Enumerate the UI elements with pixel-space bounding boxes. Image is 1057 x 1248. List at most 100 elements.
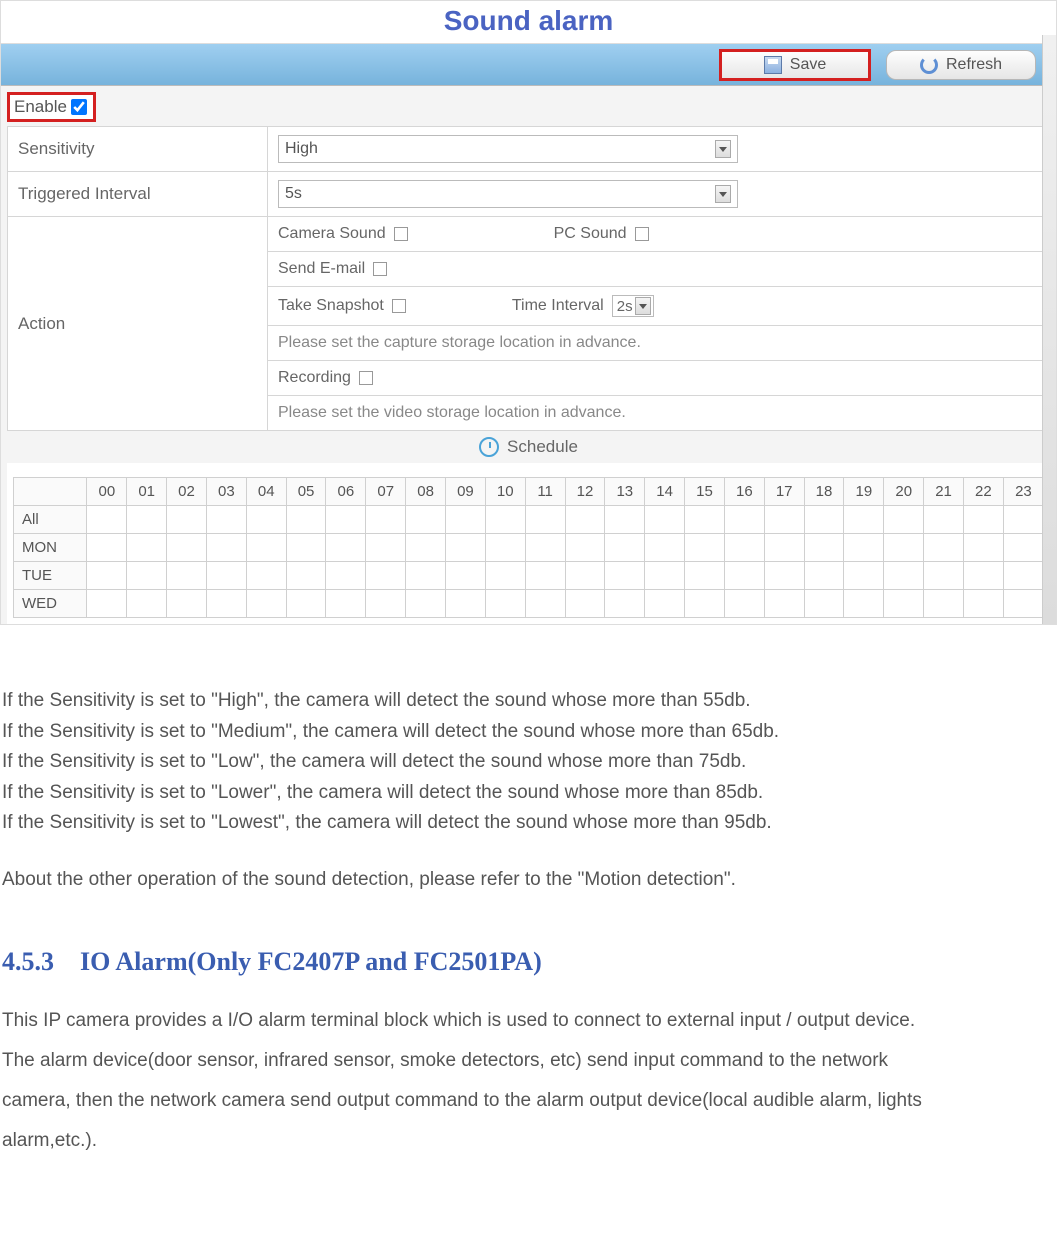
hour-header[interactable]: 01 [127, 478, 167, 506]
hour-header[interactable]: 19 [844, 478, 884, 506]
recording-checkbox[interactable] [359, 371, 373, 385]
hour-header[interactable]: 10 [485, 478, 525, 506]
send-email-checkbox[interactable] [373, 262, 387, 276]
schedule-cell[interactable] [685, 506, 725, 534]
schedule-cell[interactable] [963, 534, 1003, 562]
enable-checkbox[interactable] [71, 99, 87, 115]
schedule-cell[interactable] [764, 534, 804, 562]
schedule-cell[interactable] [605, 590, 645, 618]
day-label[interactable]: WED [14, 590, 87, 618]
schedule-cell[interactable] [167, 506, 207, 534]
schedule-cell[interactable] [206, 506, 246, 534]
schedule-cell[interactable] [525, 534, 565, 562]
camera-sound-checkbox[interactable] [394, 227, 408, 241]
schedule-cell[interactable] [286, 590, 326, 618]
schedule-cell[interactable] [286, 534, 326, 562]
schedule-cell[interactable] [1003, 534, 1043, 562]
time-interval-select[interactable]: 2s [612, 295, 654, 317]
schedule-cell[interactable] [485, 562, 525, 590]
schedule-cell[interactable] [326, 590, 366, 618]
schedule-cell[interactable] [406, 590, 446, 618]
schedule-cell[interactable] [485, 590, 525, 618]
hour-header[interactable]: 08 [406, 478, 446, 506]
schedule-cell[interactable] [804, 562, 844, 590]
schedule-cell[interactable] [645, 534, 685, 562]
schedule-cell[interactable] [924, 534, 964, 562]
hour-header[interactable]: 03 [206, 478, 246, 506]
day-label[interactable]: MON [14, 534, 87, 562]
schedule-cell[interactable] [565, 562, 605, 590]
schedule-cell[interactable] [406, 506, 446, 534]
schedule-cell[interactable] [645, 506, 685, 534]
schedule-cell[interactable] [963, 506, 1003, 534]
schedule-cell[interactable] [1003, 506, 1043, 534]
refresh-button[interactable]: Refresh [886, 50, 1036, 80]
pc-sound-checkbox[interactable] [635, 227, 649, 241]
schedule-cell[interactable] [525, 562, 565, 590]
enable-checkbox-wrap[interactable]: Enable [7, 92, 96, 122]
hour-header[interactable]: 17 [764, 478, 804, 506]
schedule-cell[interactable] [127, 562, 167, 590]
schedule-cell[interactable] [764, 590, 804, 618]
schedule-cell[interactable] [246, 506, 286, 534]
schedule-cell[interactable] [246, 590, 286, 618]
schedule-cell[interactable] [724, 562, 764, 590]
schedule-cell[interactable] [127, 506, 167, 534]
hour-header[interactable]: 12 [565, 478, 605, 506]
hour-header[interactable]: 18 [804, 478, 844, 506]
schedule-cell[interactable] [485, 534, 525, 562]
hour-header[interactable]: 21 [924, 478, 964, 506]
hour-header[interactable]: 04 [246, 478, 286, 506]
hour-header[interactable]: 11 [525, 478, 565, 506]
hour-header[interactable]: 09 [446, 478, 486, 506]
schedule-cell[interactable] [246, 562, 286, 590]
schedule-cell[interactable] [844, 506, 884, 534]
schedule-cell[interactable] [645, 562, 685, 590]
schedule-cell[interactable] [326, 506, 366, 534]
schedule-cell[interactable] [804, 506, 844, 534]
hour-header[interactable]: 07 [366, 478, 406, 506]
schedule-cell[interactable] [525, 506, 565, 534]
schedule-cell[interactable] [685, 534, 725, 562]
schedule-cell[interactable] [724, 590, 764, 618]
schedule-cell[interactable] [884, 534, 924, 562]
hour-header[interactable]: 23 [1003, 478, 1043, 506]
schedule-cell[interactable] [127, 534, 167, 562]
schedule-cell[interactable] [764, 562, 804, 590]
schedule-cell[interactable] [87, 506, 127, 534]
schedule-cell[interactable] [206, 534, 246, 562]
schedule-cell[interactable] [525, 590, 565, 618]
day-label[interactable]: TUE [14, 562, 87, 590]
schedule-cell[interactable] [605, 534, 645, 562]
schedule-cell[interactable] [724, 534, 764, 562]
schedule-cell[interactable] [645, 590, 685, 618]
hour-header[interactable]: 13 [605, 478, 645, 506]
schedule-cell[interactable] [884, 506, 924, 534]
schedule-cell[interactable] [286, 506, 326, 534]
hour-header[interactable]: 06 [326, 478, 366, 506]
schedule-cell[interactable] [844, 534, 884, 562]
schedule-cell[interactable] [884, 590, 924, 618]
schedule-cell[interactable] [206, 562, 246, 590]
schedule-grid[interactable]: 0001020304050607080910111213141516171819… [13, 477, 1044, 618]
schedule-cell[interactable] [406, 534, 446, 562]
schedule-cell[interactable] [366, 590, 406, 618]
schedule-cell[interactable] [1003, 562, 1043, 590]
schedule-cell[interactable] [446, 534, 486, 562]
schedule-cell[interactable] [565, 534, 605, 562]
schedule-cell[interactable] [924, 562, 964, 590]
schedule-cell[interactable] [87, 562, 127, 590]
schedule-cell[interactable] [87, 590, 127, 618]
hour-header[interactable]: 02 [167, 478, 207, 506]
sensitivity-select[interactable]: High [278, 135, 738, 163]
schedule-cell[interactable] [246, 534, 286, 562]
schedule-cell[interactable] [724, 506, 764, 534]
schedule-cell[interactable] [565, 590, 605, 618]
schedule-cell[interactable] [167, 534, 207, 562]
hour-header[interactable]: 22 [963, 478, 1003, 506]
schedule-cell[interactable] [844, 590, 884, 618]
schedule-cell[interactable] [565, 506, 605, 534]
schedule-cell[interactable] [406, 562, 446, 590]
schedule-cell[interactable] [884, 562, 924, 590]
schedule-cell[interactable] [685, 562, 725, 590]
